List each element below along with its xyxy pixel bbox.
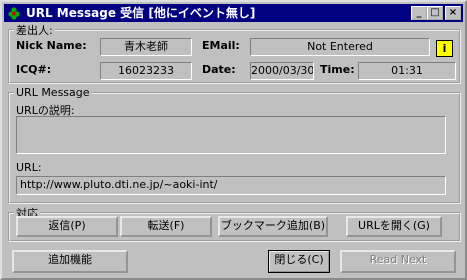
url-message-window: URL Message 受信 [他にイベント無し] _ □ × 差出人: Nic… xyxy=(0,0,467,280)
extra-features-button[interactable]: 追加機能 xyxy=(12,250,128,273)
maximize-button[interactable]: □ xyxy=(427,6,443,20)
forward-button[interactable]: 転送(F) xyxy=(120,216,212,237)
open-url-button[interactable]: URLを開く(G) xyxy=(346,216,442,237)
window-title: URL Message 受信 [他にイベント無し] xyxy=(26,6,256,20)
date-label: Date: xyxy=(202,63,236,76)
flower-icon xyxy=(8,7,20,20)
close-window-button[interactable]: × xyxy=(445,6,461,20)
email-label: EMail: xyxy=(202,39,240,52)
icq-label: ICQ#: xyxy=(16,63,52,76)
reply-button[interactable]: 返信(P) xyxy=(16,216,118,237)
close-button[interactable]: 閉じる(C) xyxy=(268,250,330,273)
title-bar[interactable]: URL Message 受信 [他にイベント無し] _ □ × xyxy=(4,4,463,22)
time-field[interactable]: 01:31 xyxy=(358,62,456,80)
add-bookmark-button[interactable]: ブックマーク追加(B) xyxy=(218,216,328,237)
icq-field[interactable]: 16023233 xyxy=(100,62,192,80)
url-field[interactable]: http://www.pluto.dti.ne.jp/~aoki-int/ xyxy=(16,176,446,195)
user-info-icon[interactable]: i xyxy=(436,40,453,57)
url-message-legend: URL Message xyxy=(16,86,90,99)
nick-name-label: Nick Name: xyxy=(16,39,87,52)
date-field[interactable]: 2000/03/30 xyxy=(250,62,314,80)
email-field[interactable]: Not Entered xyxy=(250,38,430,56)
time-label: Time: xyxy=(320,63,355,76)
minimize-button[interactable]: _ xyxy=(411,6,427,20)
nick-name-field[interactable]: 青木老師 xyxy=(100,38,192,56)
read-next-button[interactable]: Read Next xyxy=(340,250,456,273)
url-description-field[interactable] xyxy=(16,116,446,154)
sender-legend: 差出人: xyxy=(16,24,53,37)
url-label: URL: xyxy=(16,161,42,174)
